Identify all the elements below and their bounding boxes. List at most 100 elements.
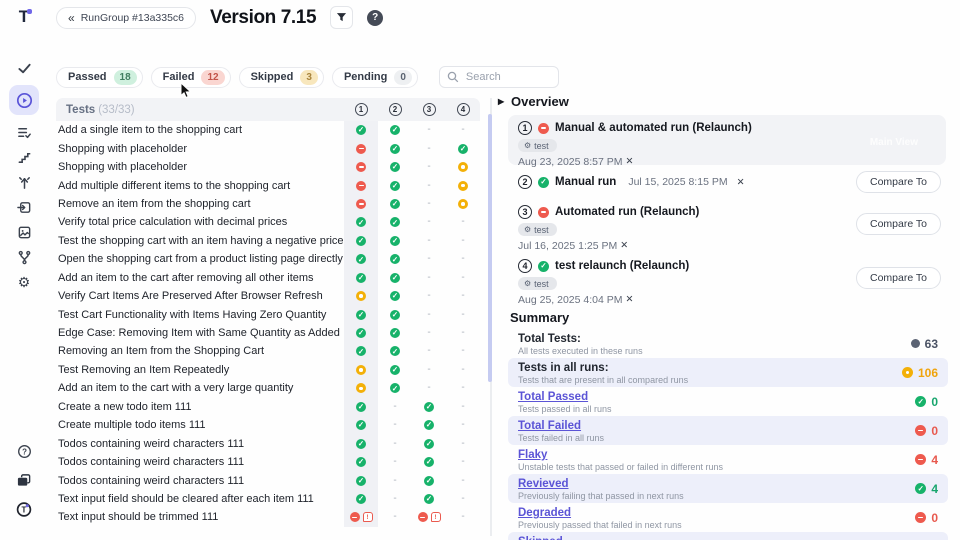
- table-row[interactable]: Shopping with placeholder✓-✓: [56, 139, 480, 157]
- run-tag-badge[interactable]: ⚙test: [518, 223, 557, 236]
- comment-badge-icon[interactable]: !: [363, 512, 373, 522]
- compare-to-button[interactable]: Compare To: [856, 267, 941, 289]
- run-tag-badge[interactable]: ⚙test: [518, 277, 557, 290]
- status-cell: ✓: [446, 144, 480, 154]
- table-row[interactable]: Verify Cart Items Are Preserved After Br…: [56, 287, 480, 305]
- status-cell: [446, 181, 480, 191]
- table-row[interactable]: Create multiple todo items 111✓-✓-: [56, 416, 480, 434]
- table-row[interactable]: Test the shopping cart with an item havi…: [56, 232, 480, 250]
- sidebar-item-runs-active[interactable]: [9, 85, 39, 115]
- status-cell: -: [446, 365, 480, 375]
- table-row[interactable]: Test Cart Functionality with Items Havin…: [56, 305, 480, 323]
- table-row[interactable]: Open the shopping cart from a product li…: [56, 250, 480, 268]
- profile-icon[interactable]: T: [16, 501, 32, 517]
- filter-chip-pending[interactable]: Pending0: [332, 67, 418, 88]
- run-column-header-1[interactable]: 1: [344, 103, 378, 116]
- run-tag-badge[interactable]: ⚙test: [518, 139, 557, 152]
- no-result-dash: -: [393, 457, 396, 467]
- table-row[interactable]: Create a new todo item 111✓-✓-: [56, 398, 480, 416]
- status-cell: -: [446, 383, 480, 393]
- table-row[interactable]: Todos containing weird characters 111✓-✓…: [56, 471, 480, 489]
- table-row[interactable]: Text input should be trimmed 111!-!-: [56, 508, 480, 526]
- table-row[interactable]: Add multiple different items to the shop…: [56, 176, 480, 194]
- table-row[interactable]: Removing an Item from the Shopping Cart✓…: [56, 342, 480, 360]
- table-row[interactable]: Text input field should be cleared after…: [56, 490, 480, 508]
- comment-badge-icon[interactable]: !: [431, 512, 441, 522]
- run-date: Aug 25, 2025 4:04 PM: [518, 294, 623, 306]
- no-result-dash: -: [393, 439, 396, 449]
- app-logo[interactable]: T: [19, 8, 29, 26]
- screenshots-icon[interactable]: [16, 224, 32, 240]
- import-icon[interactable]: [16, 199, 32, 215]
- check-icon[interactable]: [16, 60, 32, 76]
- remove-run-icon[interactable]: ✕: [626, 294, 634, 305]
- table-row[interactable]: Add a single item to the shopping cart✓✓…: [56, 121, 480, 139]
- status-cell: ✓: [378, 346, 412, 356]
- table-row[interactable]: Edge Case: Removing Item with Same Quant…: [56, 324, 480, 342]
- steps-icon[interactable]: [16, 149, 32, 165]
- compare-to-button[interactable]: Compare To: [856, 171, 941, 193]
- checklist-icon[interactable]: [16, 124, 32, 140]
- summary-count: 4: [931, 453, 938, 467]
- run-entry-2[interactable]: 2✓Manual runJul 15, 2025 8:15 PM✕Compare…: [508, 171, 946, 193]
- run-column-header-2[interactable]: 2: [378, 103, 412, 116]
- run-entry-1[interactable]: 1Manual & automated run (Relaunch)⚙testA…: [508, 115, 946, 165]
- status-cell: -: [412, 144, 446, 154]
- collapse-arrow-icon[interactable]: ▶: [498, 97, 504, 106]
- branches-icon[interactable]: [16, 249, 32, 265]
- projects-icon[interactable]: [16, 472, 32, 488]
- status-cell: [344, 181, 378, 191]
- run-entry-4[interactable]: 4✓test relaunch (Relaunch)⚙testAug 25, 2…: [508, 253, 946, 303]
- summary-value: 0: [915, 424, 938, 438]
- run-entry-3[interactable]: 3Automated run (Relaunch)⚙testJul 16, 20…: [508, 199, 946, 249]
- table-row[interactable]: Test Removing an Item Repeatedly✓--: [56, 361, 480, 379]
- summary-link[interactable]: Skipped: [518, 535, 563, 540]
- failed-status-icon: [538, 123, 549, 134]
- table-row[interactable]: Todos containing weird characters 111✓-✓…: [56, 453, 480, 471]
- remove-run-icon[interactable]: ✕: [737, 177, 745, 188]
- mouse-cursor: [180, 82, 192, 99]
- table-rows: Add a single item to the shopping cart✓✓…: [56, 121, 480, 527]
- filter-chip-passed[interactable]: Passed18: [56, 67, 143, 88]
- table-row[interactable]: Add an item to the cart with a very larg…: [56, 379, 480, 397]
- passed-status-icon: ✓: [356, 236, 366, 246]
- run-column-header-3[interactable]: 3: [412, 103, 446, 116]
- scrollbar-thumb[interactable]: [488, 114, 492, 382]
- summary-link[interactable]: Degraded: [518, 506, 571, 520]
- test-name: Open the shopping cart from a product li…: [56, 253, 344, 265]
- remove-run-icon[interactable]: ✕: [620, 240, 628, 251]
- analytics-icon[interactable]: [16, 174, 32, 190]
- passed-status-icon: ✓: [390, 144, 400, 154]
- summary-value: 106: [902, 366, 938, 380]
- summary-link[interactable]: Flaky: [518, 448, 547, 462]
- skipped-status-icon: [356, 383, 366, 393]
- table-row[interactable]: Add an item to the cart after removing a…: [56, 269, 480, 287]
- passed-status-icon: ✓: [390, 310, 400, 320]
- help-icon[interactable]: ?: [16, 443, 32, 459]
- table-row[interactable]: Shopping with placeholder✓-: [56, 158, 480, 176]
- compare-to-button[interactable]: Compare To: [856, 213, 941, 235]
- remove-run-icon[interactable]: ✕: [626, 156, 634, 167]
- no-result-dash: -: [461, 254, 464, 264]
- skipped-status-icon: [458, 162, 468, 172]
- filter-chip-skipped[interactable]: Skipped3: [239, 67, 324, 88]
- table-row[interactable]: Remove an item from the shopping cart✓-: [56, 195, 480, 213]
- summary-link[interactable]: Total Failed: [518, 419, 581, 433]
- summary-row: DegradedPreviously passed that failed in…: [508, 503, 948, 532]
- passed-status-icon: ✓: [390, 291, 400, 301]
- table-row[interactable]: Verify total price calculation with deci…: [56, 213, 480, 231]
- status-cell: ✓: [378, 144, 412, 154]
- rungroup-back-button[interactable]: « RunGroup #13a335c6: [56, 7, 196, 29]
- filter-chip-label: Passed: [68, 71, 107, 83]
- filter-button[interactable]: [330, 6, 353, 29]
- run-column-header-4[interactable]: 4: [446, 103, 480, 116]
- table-row[interactable]: Todos containing weird characters 111✓-✓…: [56, 434, 480, 452]
- test-name: Remove an item from the shopping cart: [56, 198, 344, 210]
- summary-link[interactable]: Revieved: [518, 477, 569, 491]
- help-button[interactable]: ?: [367, 10, 383, 26]
- summary-link[interactable]: Total Passed: [518, 390, 588, 404]
- settings-gear-icon[interactable]: ⚙: [16, 274, 32, 290]
- failed-status-icon: [356, 199, 366, 209]
- total-dot-icon: [911, 339, 920, 348]
- run-number: 3: [518, 205, 532, 219]
